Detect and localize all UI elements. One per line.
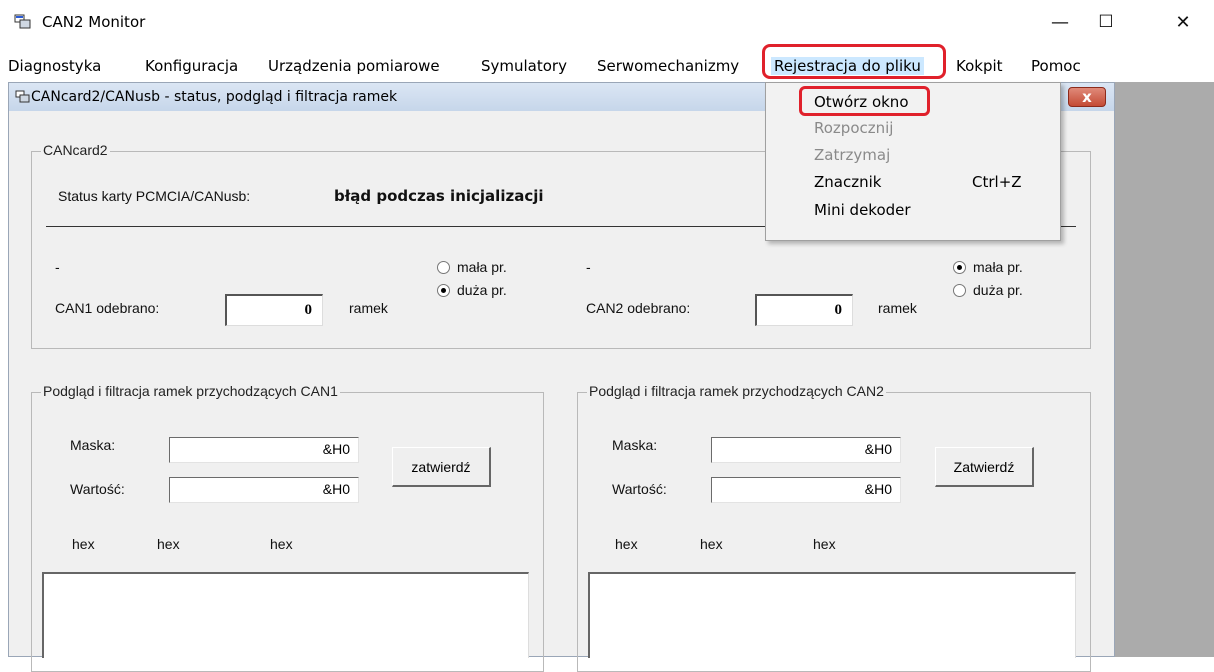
menu-rejestracja-do-pliku[interactable]: Rejestracja do pliku <box>771 57 924 75</box>
can2-radio-small[interactable] <box>953 261 966 274</box>
filter1-mask-input[interactable]: &H0 <box>169 437 359 463</box>
filter-can1-group-label: Podgląd i filtracja ramek przychodzących… <box>41 383 340 399</box>
filter2-frame-list[interactable] <box>588 572 1076 658</box>
filter-can2-group-label: Podgląd i filtracja ramek przychodzących… <box>587 383 886 399</box>
close-button[interactable]: ✕ <box>1160 8 1206 36</box>
filter1-value-label: Wartość: <box>70 481 125 497</box>
menu-symulatory[interactable]: Symulatory <box>481 57 567 75</box>
can2-count-field: 0 <box>755 294 853 326</box>
can1-radio-small[interactable] <box>437 261 450 274</box>
app-icon <box>14 14 31 29</box>
menu-serwomechanizmy[interactable]: Serwomechanizmy <box>597 57 739 75</box>
can2-radio-small-label: mała pr. <box>973 259 1023 275</box>
can2-dash: - <box>586 259 591 275</box>
filter1-mask-label: Maska: <box>70 437 116 453</box>
minimize-button[interactable]: — <box>1037 8 1083 36</box>
filter2-confirm-button[interactable]: Zatwierdź <box>935 447 1034 487</box>
filter1-hex-2: hex <box>157 536 180 552</box>
can1-dash: - <box>55 259 60 275</box>
menu-diagnostyka[interactable]: Diagnostyka <box>8 57 101 75</box>
menu-kokpit[interactable]: Kokpit <box>956 57 1003 75</box>
menubar: Diagnostyka Konfiguracja Urządzenia pomi… <box>0 54 1214 78</box>
rejestracja-dropdown: Otwórz okno Rozpocznij Zatrzymaj Znaczni… <box>765 82 1061 241</box>
filter2-value-input[interactable]: &H0 <box>711 477 901 503</box>
can2-radio-large-label: duża pr. <box>973 282 1023 298</box>
status-label: Status karty PCMCIA/CANusb: <box>58 188 251 204</box>
window-titlebar: CAN2 Monitor — ☐ ✕ <box>0 0 1214 44</box>
can1-received-label: CAN1 odebrano: <box>55 300 160 316</box>
filter1-frame-list[interactable] <box>42 572 529 658</box>
window-title: CAN2 Monitor <box>42 13 146 31</box>
filter2-mask-label: Maska: <box>612 437 658 453</box>
can2-radio-large[interactable] <box>953 284 966 297</box>
child-window-icon <box>15 90 30 103</box>
menu-item-zatrzymaj[interactable]: Zatrzymaj <box>814 146 890 164</box>
menu-konfiguracja[interactable]: Konfiguracja <box>145 57 238 75</box>
menu-urzadzenia-pomiarowe[interactable]: Urządzenia pomiarowe <box>268 57 440 75</box>
filter2-hex-3: hex <box>813 536 836 552</box>
menu-item-mini-dekoder[interactable]: Mini dekoder <box>814 201 911 219</box>
can2-received-label: CAN2 odebrano: <box>586 300 691 316</box>
filter1-confirm-button[interactable]: zatwierdź <box>392 447 491 487</box>
menu-item-znacznik-shortcut: Ctrl+Z <box>972 173 1022 191</box>
filter1-hex-3: hex <box>270 536 293 552</box>
can1-count-field: 0 <box>225 294 323 326</box>
filter2-hex-1: hex <box>615 536 638 552</box>
menu-pomoc[interactable]: Pomoc <box>1031 57 1081 75</box>
filter2-hex-2: hex <box>700 536 723 552</box>
maximize-button[interactable]: ☐ <box>1083 8 1129 36</box>
cancard-group-label: CANcard2 <box>41 142 110 158</box>
can1-radio-large[interactable] <box>437 284 450 297</box>
can1-radio-small-label: mała pr. <box>457 259 507 275</box>
filter1-value-input[interactable]: &H0 <box>169 477 359 503</box>
mdi-background <box>1115 82 1214 657</box>
menu-item-rozpocznij[interactable]: Rozpocznij <box>814 119 893 137</box>
can2-unit: ramek <box>878 300 917 316</box>
can1-radio-large-label: duża pr. <box>457 282 507 298</box>
menu-item-otworz-okno[interactable]: Otwórz okno <box>814 93 909 111</box>
filter2-value-label: Wartość: <box>612 481 667 497</box>
menu-item-znacznik[interactable]: Znacznik <box>814 173 881 191</box>
can1-unit: ramek <box>349 300 388 316</box>
filter1-hex-1: hex <box>72 536 95 552</box>
child-close-button[interactable]: x <box>1068 87 1106 107</box>
status-value: błąd podczas inicjalizacji <box>334 187 544 205</box>
child-window-title: CANcard2/CANusb - status, podgląd i filt… <box>31 89 398 105</box>
filter2-mask-input[interactable]: &H0 <box>711 437 901 463</box>
